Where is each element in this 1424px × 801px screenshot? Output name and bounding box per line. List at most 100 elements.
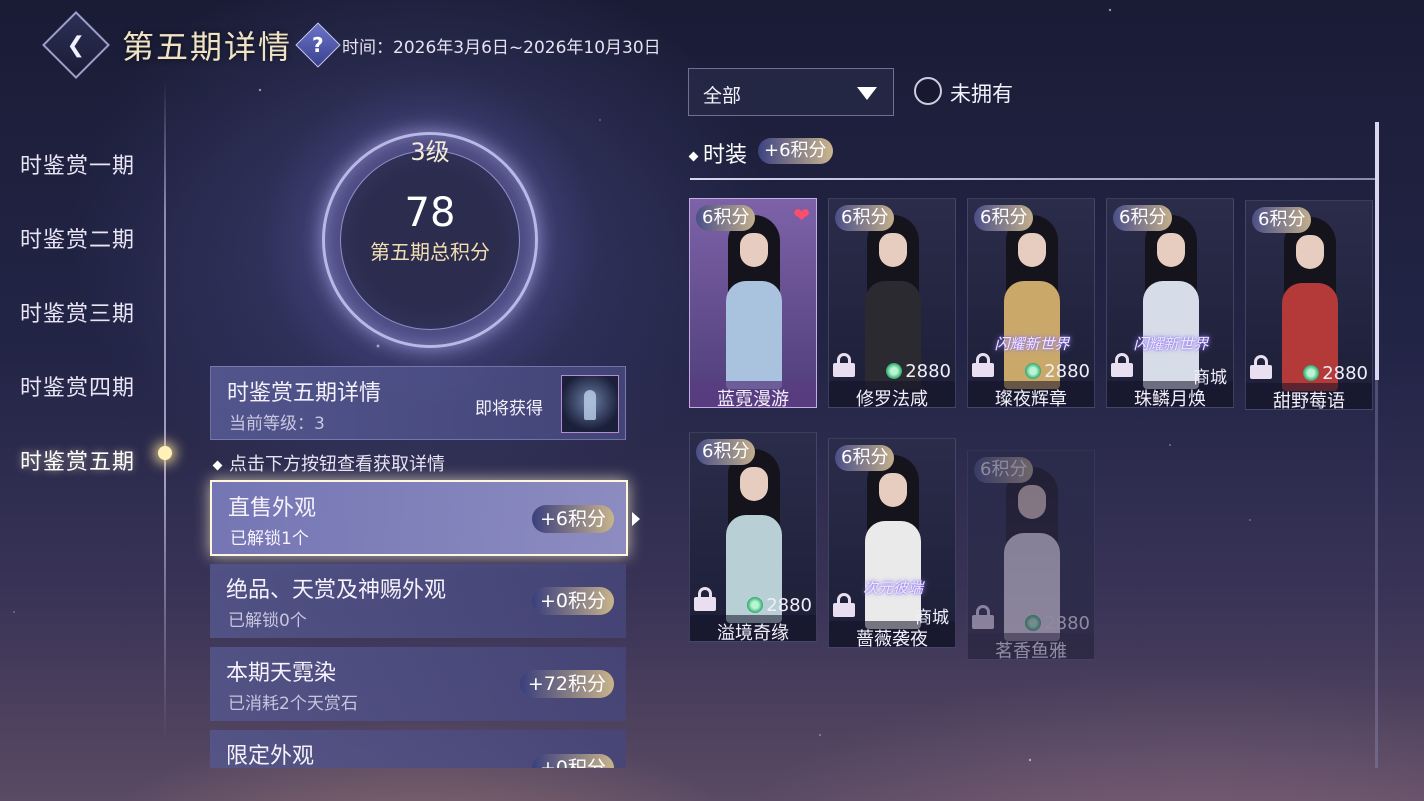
upcoming-reward-label: 即将获得 [475, 399, 543, 419]
figure-face [740, 467, 768, 501]
nav-item-period-4[interactable]: 时鉴赏四期 [20, 370, 135, 402]
currency-coin-icon [886, 363, 903, 379]
lock-icon [972, 353, 994, 377]
not-owned-radio[interactable] [914, 77, 942, 105]
currency-coin-icon [1303, 365, 1320, 381]
outfit-figure [1002, 215, 1062, 389]
section-title: 时装 [688, 137, 748, 169]
not-owned-label[interactable]: 未拥有 [950, 78, 1013, 108]
lock-body [1111, 363, 1133, 377]
bullet-icon [688, 151, 699, 161]
figure-face [1157, 233, 1185, 267]
help-button[interactable]: ? [295, 22, 341, 68]
category-limited[interactable]: 限定外观 +0积分 [210, 730, 626, 768]
outfit-card[interactable]: 6积分 次元彼端 商城 蔷薇袭夜 [828, 438, 956, 648]
outfit-figure [1002, 467, 1062, 641]
currency-coin-icon [1025, 363, 1042, 379]
bullet-icon [212, 460, 223, 470]
outfit-name: 修罗法咸 [856, 389, 928, 408]
lock-icon [1250, 355, 1272, 379]
outfit-card[interactable]: 6积分 闪耀新世界 商城 珠鳞月焕 [1106, 198, 1234, 408]
figure-face [879, 473, 907, 507]
filter-dropdown[interactable]: 全部 [688, 68, 894, 116]
outfit-figure [724, 215, 784, 389]
back-arrow-icon: ❮ [66, 32, 86, 58]
score-ring: 3级 78 第五期总积分 [260, 70, 600, 410]
lock-icon [972, 605, 994, 629]
series-tag: 闪耀新世界 [1133, 335, 1209, 353]
category-premium[interactable]: 绝品、天赏及神赐外观 已解锁0个 +0积分 [210, 564, 626, 638]
outfit-card[interactable]: 6积分 2880 茗香鱼雅 [967, 450, 1095, 660]
lock-body [833, 603, 855, 617]
lock-body [1250, 365, 1272, 379]
outfit-points-badge: 6积分 [835, 445, 895, 471]
outfit-card[interactable]: 6积分 2880 溢境奇缘 [689, 432, 817, 642]
category-subtitle: 已解锁1个 [230, 529, 309, 549]
price-value: 2880 [1322, 363, 1368, 384]
category-points-badge: +6积分 [531, 505, 614, 533]
category-title: 直售外观 [228, 496, 317, 521]
outfit-card[interactable]: 6积分 2880 甜野莓语 [1245, 200, 1373, 410]
outfit-name: 蔷薇袭夜 [856, 629, 928, 648]
event-time: 时间：2026年3月6日~2026年10月30日 [342, 37, 661, 58]
outfit-price: 2880 [1025, 361, 1090, 382]
figure-face [1018, 485, 1046, 519]
nav-item-period-1[interactable]: 时鉴赏一期 [20, 148, 135, 180]
outfit-price: 2880 [1025, 613, 1090, 634]
outfit-figure [863, 215, 923, 389]
nav-item-period-2[interactable]: 时鉴赏二期 [20, 222, 135, 254]
favorite-heart-icon[interactable]: ❤ [793, 203, 810, 227]
outfit-figure [1280, 217, 1340, 391]
figure-body [726, 281, 782, 389]
outfit-points-badge: 6积分 [974, 457, 1034, 483]
filter-selected-value: 全部 [703, 85, 742, 107]
outfit-name: 璨夜辉章 [995, 389, 1067, 408]
currency-coin-icon [747, 597, 764, 613]
category-title: 绝品、天赏及神赐外观 [226, 578, 447, 603]
reward-figure-icon [584, 390, 596, 420]
category-title: 本期天霓染 [226, 661, 337, 686]
selected-arrow-icon [632, 512, 640, 526]
upcoming-reward-thumbnail[interactable] [561, 375, 619, 433]
outfit-figure [724, 449, 784, 623]
lock-icon [1111, 353, 1133, 377]
category-title: 限定外观 [226, 744, 315, 768]
total-score-label: 第五期总积分 [370, 240, 490, 264]
category-points-badge: +0积分 [531, 754, 614, 768]
current-level: 当前等级：3 [229, 414, 325, 434]
category-points-badge: +72积分 [519, 670, 614, 698]
section-title-label: 时装 [703, 143, 748, 168]
section-divider [690, 178, 1376, 180]
back-button[interactable]: ❮ [42, 11, 110, 79]
page-title: 第五期详情 [122, 28, 293, 66]
lock-body [972, 363, 994, 377]
nav-item-period-3[interactable]: 时鉴赏三期 [20, 296, 135, 328]
hint-text: 点击下方按钮查看获取详情 [212, 450, 445, 476]
outfit-points-badge: 6积分 [1113, 205, 1173, 231]
outfit-card[interactable]: 6积分 2880 修罗法咸 [828, 198, 956, 408]
lock-icon [694, 587, 716, 611]
outfit-points-badge: 6积分 [1252, 207, 1312, 233]
series-tag: 闪耀新世界 [994, 335, 1070, 353]
figure-body [865, 521, 921, 629]
category-dye[interactable]: 本期天霓染 已消耗2个天赏石 +72积分 [210, 647, 626, 721]
price-value: 2880 [1044, 613, 1090, 634]
period-detail-card[interactable]: 时鉴赏五期详情 当前等级：3 即将获得 [210, 366, 626, 440]
outfit-points-badge: 6积分 [696, 439, 756, 465]
outfit-card[interactable]: 6积分 ❤ 蓝霓漫游 [689, 198, 817, 408]
lock-body [833, 363, 855, 377]
outfit-figure [1141, 215, 1201, 389]
category-direct-sale[interactable]: 直售外观 已解锁1个 +6积分 [210, 480, 640, 556]
outfit-points-badge: 6积分 [974, 205, 1034, 231]
outfit-card[interactable]: 6积分闪耀新世界 2880 璨夜辉章 [967, 198, 1095, 408]
outfit-points-badge: 6积分 [696, 205, 756, 231]
lock-icon [833, 593, 855, 617]
total-score: 78 [404, 190, 456, 236]
outfit-name: 溢境奇缘 [717, 623, 789, 642]
price-value: 2880 [1044, 361, 1090, 382]
outfit-name: 珠鳞月焕 [1134, 389, 1206, 408]
figure-face [879, 233, 907, 267]
scrollbar-thumb[interactable] [1375, 122, 1379, 380]
figure-face [1018, 233, 1046, 267]
nav-item-period-5[interactable]: 时鉴赏五期 [20, 444, 135, 476]
